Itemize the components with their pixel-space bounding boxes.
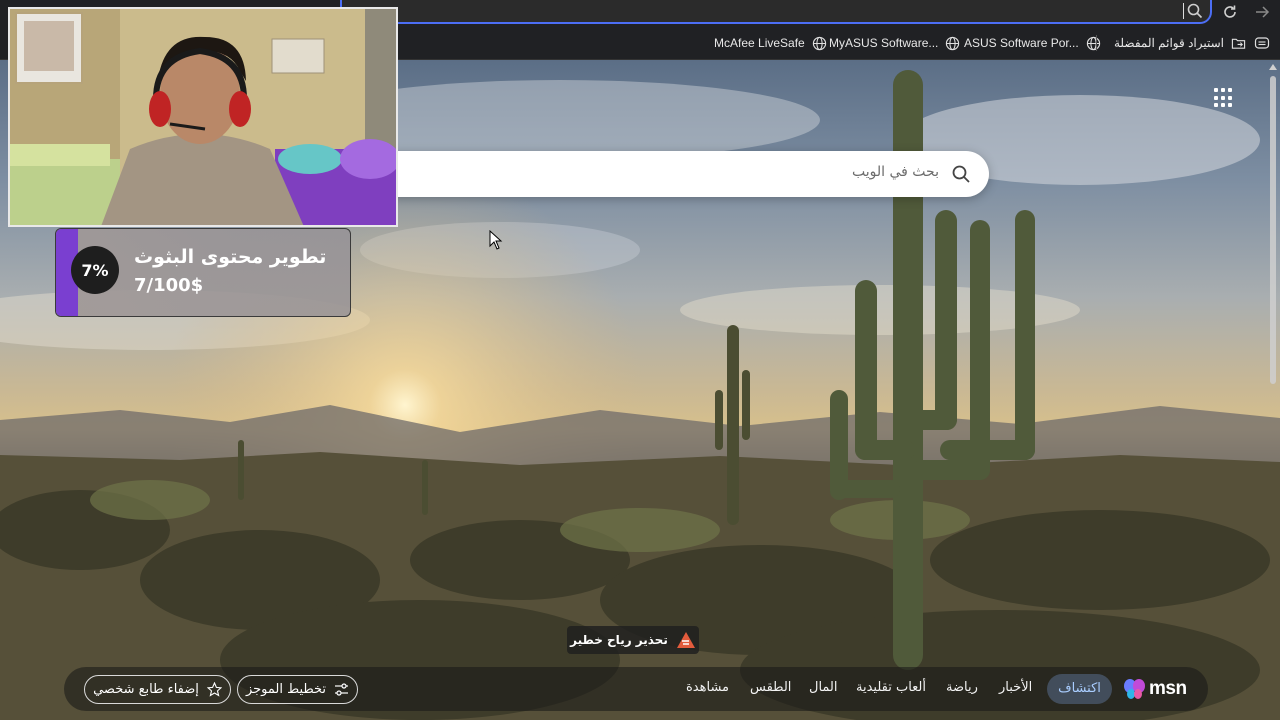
favorite-label: MyASUS Software... bbox=[829, 36, 939, 50]
app-launcher-icon[interactable] bbox=[1214, 88, 1234, 108]
goal-amount: 7/100$ bbox=[134, 275, 204, 296]
sliders-icon bbox=[335, 683, 349, 696]
favorite-mcafee[interactable]: McAfee LiveSafe bbox=[714, 34, 827, 52]
omnibox[interactable] bbox=[340, 0, 1212, 24]
goal-title: تطوير محتوى البثوث bbox=[134, 246, 327, 268]
plan-feed-label: تخطيط الموجز bbox=[245, 682, 327, 697]
web-search-box[interactable]: بحث في الويب bbox=[392, 151, 989, 197]
globe-icon bbox=[946, 36, 960, 50]
vertical-scrollbar[interactable] bbox=[1270, 76, 1276, 384]
tab-money[interactable]: المال bbox=[809, 680, 838, 695]
tab-sports[interactable]: رياضة bbox=[946, 680, 978, 695]
favorite-label: McAfee LiveSafe bbox=[714, 36, 805, 50]
favorite-label: استيراد قوائم المفضلة bbox=[1114, 36, 1225, 50]
favorite-myasus[interactable]: MyASUS Software... bbox=[829, 34, 960, 52]
search-icon[interactable] bbox=[1186, 2, 1204, 20]
feed-navigation-bar bbox=[64, 667, 1208, 711]
streamer-webcam-image bbox=[10, 9, 396, 225]
forward-arrow-icon[interactable] bbox=[1253, 3, 1271, 21]
msn-butterfly-icon bbox=[1124, 679, 1145, 699]
star-edit-icon bbox=[206, 682, 222, 697]
tab-weather[interactable]: الطقس bbox=[750, 680, 791, 695]
goal-percent-badge: 7% bbox=[71, 246, 119, 294]
favorite-asus-portal[interactable]: ASUS Software Por... bbox=[964, 34, 1101, 52]
wind-warning-icon bbox=[676, 632, 695, 648]
reading-view-icon[interactable] bbox=[1254, 35, 1270, 51]
tab-watch[interactable]: مشاهدة bbox=[686, 680, 729, 695]
import-favorites[interactable]: استيراد قوائم المفضلة bbox=[1114, 34, 1246, 52]
tab-casual-games[interactable]: ألعاب تقليدية bbox=[856, 680, 926, 695]
globe-icon bbox=[1086, 36, 1100, 50]
tab-discover[interactable]: اكتشاف bbox=[1047, 674, 1112, 704]
refresh-icon[interactable] bbox=[1221, 3, 1239, 21]
folder-import-icon bbox=[1231, 38, 1246, 49]
webcam-overlay bbox=[8, 7, 398, 227]
tab-news[interactable]: الأخبار bbox=[999, 680, 1032, 695]
plan-feed-button[interactable]: تخطيط الموجز bbox=[237, 675, 358, 704]
weather-alert-badge[interactable]: تحذير رياح خطير bbox=[567, 626, 699, 654]
favorites-divider bbox=[1096, 35, 1097, 51]
donation-goal-widget: 7% تطوير محتوى البثوث 7/100$ bbox=[55, 228, 351, 317]
msn-logo[interactable]: msn bbox=[1123, 676, 1187, 702]
search-placeholder: بحث في الويب bbox=[852, 164, 939, 180]
search-icon[interactable] bbox=[951, 164, 971, 184]
globe-icon bbox=[812, 36, 826, 50]
mouse-cursor-icon bbox=[489, 230, 503, 250]
brand-name: msn bbox=[1149, 678, 1187, 699]
weather-alert-text: تحذير رياح خطير bbox=[570, 633, 668, 647]
personalize-label: إضفاء طابع شخصي bbox=[93, 682, 199, 697]
tab-label: اكتشاف bbox=[1058, 681, 1101, 696]
personalize-button[interactable]: إضفاء طابع شخصي bbox=[84, 675, 231, 704]
scroll-up-arrow-icon[interactable] bbox=[1268, 62, 1278, 72]
favorite-label: ASUS Software Por... bbox=[964, 36, 1079, 50]
text-caret bbox=[1183, 3, 1184, 19]
